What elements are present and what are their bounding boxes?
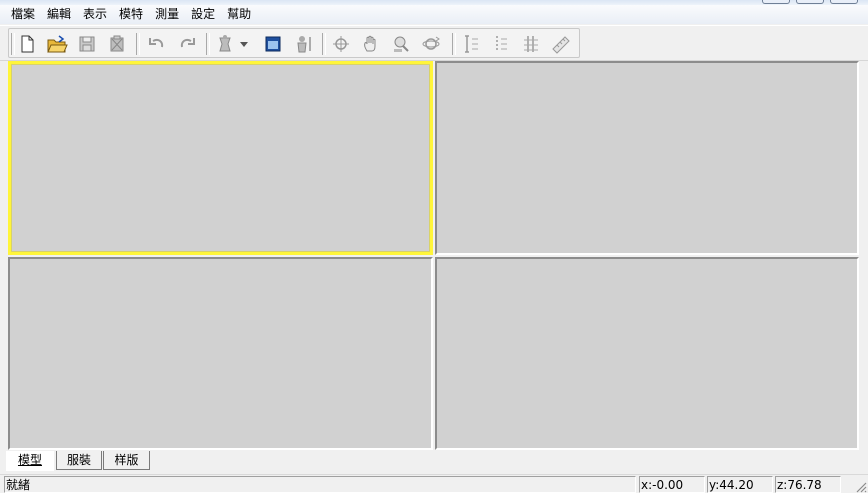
toolbar-separator xyxy=(452,33,456,55)
undo-icon[interactable] xyxy=(145,33,169,55)
resize-grip-icon[interactable] xyxy=(854,480,867,493)
toolbar-group xyxy=(8,28,580,58)
close-button[interactable] xyxy=(830,0,858,4)
viewport-top-right[interactable] xyxy=(435,61,859,255)
save-icon[interactable] xyxy=(75,33,99,55)
figure-icon[interactable] xyxy=(291,33,315,55)
orbit-icon[interactable] xyxy=(419,33,443,55)
menu-settings[interactable]: 設定 xyxy=(185,5,221,24)
save-all-icon[interactable] xyxy=(105,33,129,55)
status-x-coordinate: x:-0.00 xyxy=(639,476,705,493)
redo-icon[interactable] xyxy=(175,33,199,55)
tab-garment[interactable]: 服裝 xyxy=(56,451,102,470)
menu-file[interactable]: 檔案 xyxy=(5,5,41,24)
dropdown-arrow-icon[interactable] xyxy=(237,33,251,55)
rotate-icon[interactable] xyxy=(329,33,353,55)
minimize-button[interactable] xyxy=(762,0,790,4)
measure-multi-icon[interactable] xyxy=(519,33,543,55)
toolbar-separator xyxy=(136,33,140,55)
status-y-coordinate: y:44.20 xyxy=(707,476,773,493)
menu-view[interactable]: 表示 xyxy=(77,5,113,24)
toolbar xyxy=(0,25,868,61)
toolbar-separator xyxy=(322,33,326,55)
application-window: 檔案 編輯 表示 模特 測量 設定 幫助 模型 服裝 样版 就緒 x:-0.00… xyxy=(0,0,868,493)
menu-edit[interactable]: 編輯 xyxy=(41,5,77,24)
layout-view-icon[interactable] xyxy=(261,33,285,55)
ruler-icon[interactable] xyxy=(549,33,573,55)
measure-vertical-icon[interactable] xyxy=(459,33,483,55)
open-folder-icon[interactable] xyxy=(45,33,69,55)
menu-bar: 檔案 編輯 表示 模特 測量 設定 幫助 xyxy=(0,5,868,24)
viewport-top-left[interactable] xyxy=(8,61,433,255)
zoom-icon[interactable] xyxy=(389,33,413,55)
menu-measure[interactable]: 測量 xyxy=(149,5,185,24)
mannequin-icon[interactable] xyxy=(213,33,237,55)
tab-model[interactable]: 模型 xyxy=(6,451,54,471)
menu-model[interactable]: 模特 xyxy=(113,5,149,24)
pan-hand-icon[interactable] xyxy=(359,33,383,55)
toolbar-separator xyxy=(206,33,210,55)
new-file-icon[interactable] xyxy=(15,33,39,55)
tab-pattern[interactable]: 样版 xyxy=(103,451,150,470)
status-message: 就緒 xyxy=(4,476,636,493)
menu-help[interactable]: 幫助 xyxy=(221,5,257,24)
viewport-bottom-left[interactable] xyxy=(8,257,433,450)
status-z-coordinate: z:76.78 xyxy=(775,476,841,493)
status-bar: 就緒 x:-0.00 y:44.20 z:76.78 xyxy=(0,474,868,493)
maximize-button[interactable] xyxy=(796,0,824,4)
viewport-bottom-right[interactable] xyxy=(435,257,859,450)
measure-dotted-icon[interactable] xyxy=(489,33,513,55)
